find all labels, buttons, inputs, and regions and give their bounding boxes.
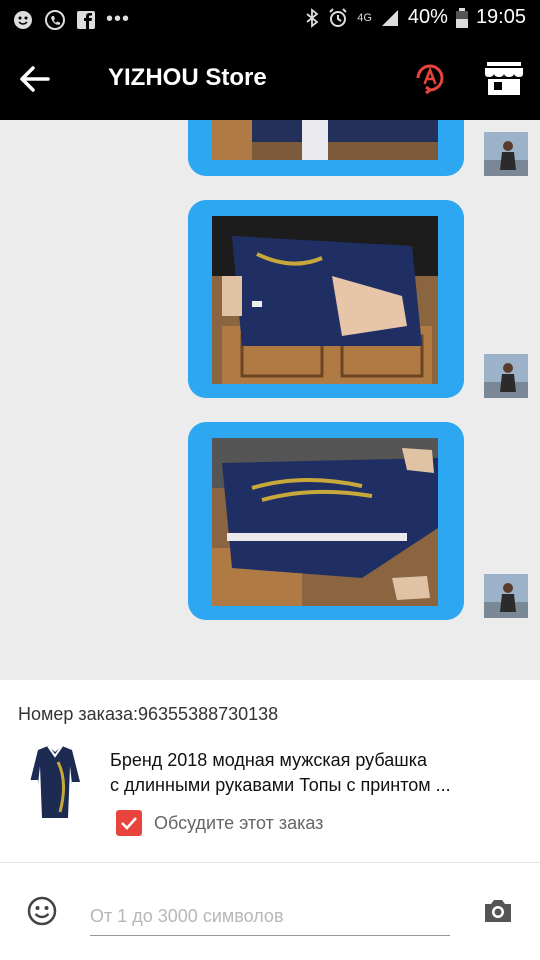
chat-messages[interactable]: [0, 120, 540, 680]
message-bubble[interactable]: [188, 422, 464, 620]
product-thumbnail[interactable]: [20, 742, 90, 822]
back-arrow-icon[interactable]: [18, 62, 52, 96]
camera-icon[interactable]: [482, 897, 514, 925]
discuss-order-toggle[interactable]: Обсудите этот заказ: [116, 810, 323, 836]
emoji-icon[interactable]: [26, 895, 58, 927]
alert-badge-icon[interactable]: [412, 60, 448, 96]
message-input-bar: [0, 863, 540, 960]
clock: 19:05: [475, 6, 526, 28]
message-input[interactable]: [90, 897, 450, 936]
app-bar: YIZHOU Store: [0, 38, 540, 120]
message-photo[interactable]: [212, 120, 438, 160]
product-title-line: с длинными рукавами Топы с принтом ...: [110, 775, 451, 795]
customer-avatar[interactable]: [484, 132, 528, 176]
customer-avatar[interactable]: [484, 354, 528, 398]
message-bubble[interactable]: [188, 200, 464, 398]
order-panel: Номер заказа:96355388730138 Бренд 2018 м…: [0, 680, 540, 863]
message-photo[interactable]: [212, 438, 438, 606]
store-icon[interactable]: [484, 60, 524, 96]
notification-icons: •••: [12, 8, 130, 31]
status-bar: ••• 4G 40% 19:05: [0, 0, 540, 38]
avatar-photo: [484, 354, 528, 398]
customer-avatar[interactable]: [484, 574, 528, 618]
message-bubble[interactable]: [188, 120, 464, 176]
status-indicators: 4G 40% 19:05: [305, 6, 526, 29]
bluetooth-icon: [306, 7, 319, 28]
checkmark-icon: [121, 817, 137, 830]
battery-icon: [455, 7, 468, 28]
order-number: Номер заказа:96355388730138: [18, 704, 279, 724]
more-notifications-icon: •••: [106, 8, 131, 30]
avatar-photo: [484, 132, 528, 176]
smiley-notification-icon: [14, 10, 32, 29]
product-title-line: Бренд 2018 модная мужская рубашка: [110, 750, 428, 770]
signal-icon: [381, 9, 398, 26]
discuss-label: Обсудите этот заказ: [154, 812, 324, 833]
avatar-photo: [484, 574, 528, 618]
alarm-icon: [329, 7, 347, 27]
store-title: YIZHOU Store: [108, 64, 267, 91]
product-title[interactable]: Бренд 2018 модная мужская рубашка с длин…: [110, 748, 520, 798]
battery-percent: 40%: [407, 6, 448, 28]
phone-notification-icon: [45, 9, 65, 30]
facebook-notification-icon: [77, 10, 95, 29]
network-type: 4G: [357, 11, 372, 24]
discuss-checkbox[interactable]: [116, 810, 142, 836]
message-photo[interactable]: [212, 216, 438, 384]
